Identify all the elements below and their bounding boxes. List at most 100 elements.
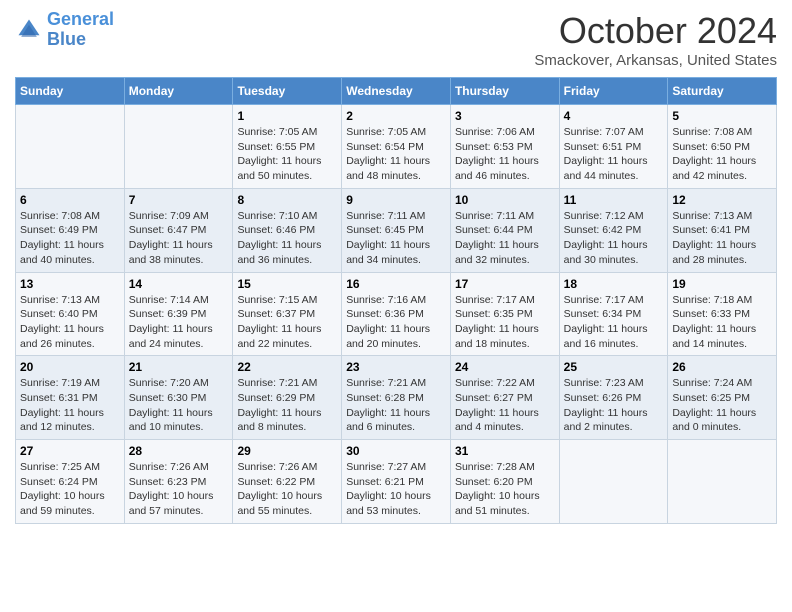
day-number: 25 <box>564 360 664 374</box>
day-info: Sunrise: 7:21 AMSunset: 6:29 PMDaylight:… <box>237 377 321 433</box>
calendar-cell: 7Sunrise: 7:09 AMSunset: 6:47 PMDaylight… <box>124 188 233 272</box>
day-number: 11 <box>564 193 664 207</box>
day-info: Sunrise: 7:05 AMSunset: 6:54 PMDaylight:… <box>346 126 430 182</box>
day-info: Sunrise: 7:25 AMSunset: 6:24 PMDaylight:… <box>20 461 105 517</box>
weekday-header-wednesday: Wednesday <box>342 78 451 105</box>
weekday-header-monday: Monday <box>124 78 233 105</box>
day-number: 4 <box>564 109 664 123</box>
day-info: Sunrise: 7:09 AMSunset: 6:47 PMDaylight:… <box>129 210 213 266</box>
calendar-week-row: 13 Sunrise: 7:13 AMSunset: 6:40 PMDayligh… <box>16 272 777 356</box>
day-number: 19 <box>672 277 772 291</box>
day-number: 18 <box>564 277 664 291</box>
calendar-cell: 12Sunrise: 7:13 AMSunset: 6:41 PMDayligh… <box>668 188 777 272</box>
calendar-cell: 31 Sunrise: 7:28 AMSunset: 6:20 PMDayligh… <box>450 440 559 524</box>
day-info: Sunrise: 7:18 AMSunset: 6:33 PMDaylight:… <box>672 294 756 350</box>
day-info: Sunrise: 7:12 AMSunset: 6:42 PMDaylight:… <box>564 210 648 266</box>
calendar-cell: 8 Sunrise: 7:10 AMSunset: 6:46 PMDaylight… <box>233 188 342 272</box>
calendar-cell: 2 Sunrise: 7:05 AMSunset: 6:54 PMDaylight… <box>342 105 451 189</box>
logo-icon <box>15 16 43 44</box>
calendar-cell: 18Sunrise: 7:17 AMSunset: 6:34 PMDayligh… <box>559 272 668 356</box>
page-header: General Blue October 2024 Smackover, Ark… <box>15 10 777 69</box>
calendar-cell: 23 Sunrise: 7:21 AMSunset: 6:28 PMDayligh… <box>342 356 451 440</box>
day-number: 5 <box>672 109 772 123</box>
calendar-cell: 24Sunrise: 7:22 AMSunset: 6:27 PMDayligh… <box>450 356 559 440</box>
day-number: 24 <box>455 360 555 374</box>
location: Smackover, Arkansas, United States <box>534 52 777 69</box>
calendar-cell: 30 Sunrise: 7:27 AMSunset: 6:21 PMDayligh… <box>342 440 451 524</box>
calendar-week-row: 20 Sunrise: 7:19 AMSunset: 6:31 PMDayligh… <box>16 356 777 440</box>
day-number: 15 <box>237 277 337 291</box>
day-info: Sunrise: 7:06 AMSunset: 6:53 PMDaylight:… <box>455 126 539 182</box>
calendar-cell: 28Sunrise: 7:26 AMSunset: 6:23 PMDayligh… <box>124 440 233 524</box>
calendar-cell: 4 Sunrise: 7:07 AMSunset: 6:51 PMDaylight… <box>559 105 668 189</box>
calendar-cell: 14 Sunrise: 7:14 AMSunset: 6:39 PMDayligh… <box>124 272 233 356</box>
calendar-cell <box>668 440 777 524</box>
calendar-week-row: 1 Sunrise: 7:05 AMSunset: 6:55 PMDaylight… <box>16 105 777 189</box>
calendar-cell: 27 Sunrise: 7:25 AMSunset: 6:24 PMDayligh… <box>16 440 125 524</box>
weekday-header-sunday: Sunday <box>16 78 125 105</box>
calendar-cell <box>559 440 668 524</box>
day-info: Sunrise: 7:21 AMSunset: 6:28 PMDaylight:… <box>346 377 430 433</box>
calendar-week-row: 6 Sunrise: 7:08 AMSunset: 6:49 PMDaylight… <box>16 188 777 272</box>
day-number: 20 <box>20 360 120 374</box>
day-number: 1 <box>237 109 337 123</box>
day-info: Sunrise: 7:05 AMSunset: 6:55 PMDaylight:… <box>237 126 321 182</box>
day-info: Sunrise: 7:15 AMSunset: 6:37 PMDaylight:… <box>237 294 321 350</box>
calendar-cell: 29 Sunrise: 7:26 AMSunset: 6:22 PMDayligh… <box>233 440 342 524</box>
day-number: 31 <box>455 444 555 458</box>
logo-line2: Blue <box>47 29 86 49</box>
day-info: Sunrise: 7:08 AMSunset: 6:50 PMDaylight:… <box>672 126 756 182</box>
day-info: Sunrise: 7:28 AMSunset: 6:20 PMDaylight:… <box>455 461 540 517</box>
day-info: Sunrise: 7:13 AMSunset: 6:41 PMDaylight:… <box>672 210 756 266</box>
day-info: Sunrise: 7:11 AMSunset: 6:45 PMDaylight:… <box>346 210 430 266</box>
day-number: 8 <box>237 193 337 207</box>
day-info: Sunrise: 7:14 AMSunset: 6:39 PMDaylight:… <box>129 294 213 350</box>
calendar-table: SundayMondayTuesdayWednesdayThursdayFrid… <box>15 77 777 524</box>
day-info: Sunrise: 7:26 AMSunset: 6:23 PMDaylight:… <box>129 461 214 517</box>
day-number: 6 <box>20 193 120 207</box>
weekday-header-saturday: Saturday <box>668 78 777 105</box>
logo: General Blue <box>15 10 114 50</box>
day-info: Sunrise: 7:24 AMSunset: 6:25 PMDaylight:… <box>672 377 756 433</box>
calendar-cell: 17 Sunrise: 7:17 AMSunset: 6:35 PMDayligh… <box>450 272 559 356</box>
day-info: Sunrise: 7:08 AMSunset: 6:49 PMDaylight:… <box>20 210 104 266</box>
day-info: Sunrise: 7:10 AMSunset: 6:46 PMDaylight:… <box>237 210 321 266</box>
day-info: Sunrise: 7:23 AMSunset: 6:26 PMDaylight:… <box>564 377 648 433</box>
day-number: 27 <box>20 444 120 458</box>
day-number: 23 <box>346 360 446 374</box>
calendar-cell: 10 Sunrise: 7:11 AMSunset: 6:44 PMDayligh… <box>450 188 559 272</box>
day-number: 14 <box>129 277 229 291</box>
month-title: October 2024 <box>534 10 777 52</box>
day-number: 17 <box>455 277 555 291</box>
day-number: 3 <box>455 109 555 123</box>
day-info: Sunrise: 7:19 AMSunset: 6:31 PMDaylight:… <box>20 377 104 433</box>
day-info: Sunrise: 7:27 AMSunset: 6:21 PMDaylight:… <box>346 461 431 517</box>
calendar-week-row: 27 Sunrise: 7:25 AMSunset: 6:24 PMDayligh… <box>16 440 777 524</box>
day-info: Sunrise: 7:17 AMSunset: 6:35 PMDaylight:… <box>455 294 539 350</box>
day-info: Sunrise: 7:11 AMSunset: 6:44 PMDaylight:… <box>455 210 539 266</box>
day-number: 30 <box>346 444 446 458</box>
calendar-cell: 15 Sunrise: 7:15 AMSunset: 6:37 PMDayligh… <box>233 272 342 356</box>
calendar-cell: 26Sunrise: 7:24 AMSunset: 6:25 PMDayligh… <box>668 356 777 440</box>
day-info: Sunrise: 7:13 AMSunset: 6:40 PMDaylight:… <box>20 294 104 350</box>
weekday-header-tuesday: Tuesday <box>233 78 342 105</box>
calendar-cell: 22 Sunrise: 7:21 AMSunset: 6:29 PMDayligh… <box>233 356 342 440</box>
weekday-header-row: SundayMondayTuesdayWednesdayThursdayFrid… <box>16 78 777 105</box>
day-number: 29 <box>237 444 337 458</box>
weekday-header-friday: Friday <box>559 78 668 105</box>
day-info: Sunrise: 7:26 AMSunset: 6:22 PMDaylight:… <box>237 461 322 517</box>
day-number: 9 <box>346 193 446 207</box>
day-number: 10 <box>455 193 555 207</box>
calendar-cell: 13 Sunrise: 7:13 AMSunset: 6:40 PMDayligh… <box>16 272 125 356</box>
day-info: Sunrise: 7:07 AMSunset: 6:51 PMDaylight:… <box>564 126 648 182</box>
calendar-cell: 20 Sunrise: 7:19 AMSunset: 6:31 PMDayligh… <box>16 356 125 440</box>
calendar-cell: 9 Sunrise: 7:11 AMSunset: 6:45 PMDaylight… <box>342 188 451 272</box>
day-number: 22 <box>237 360 337 374</box>
calendar-cell <box>16 105 125 189</box>
day-number: 13 <box>20 277 120 291</box>
calendar-cell <box>124 105 233 189</box>
logo-text: General Blue <box>47 10 114 50</box>
calendar-cell: 3 Sunrise: 7:06 AMSunset: 6:53 PMDaylight… <box>450 105 559 189</box>
day-number: 21 <box>129 360 229 374</box>
day-number: 2 <box>346 109 446 123</box>
